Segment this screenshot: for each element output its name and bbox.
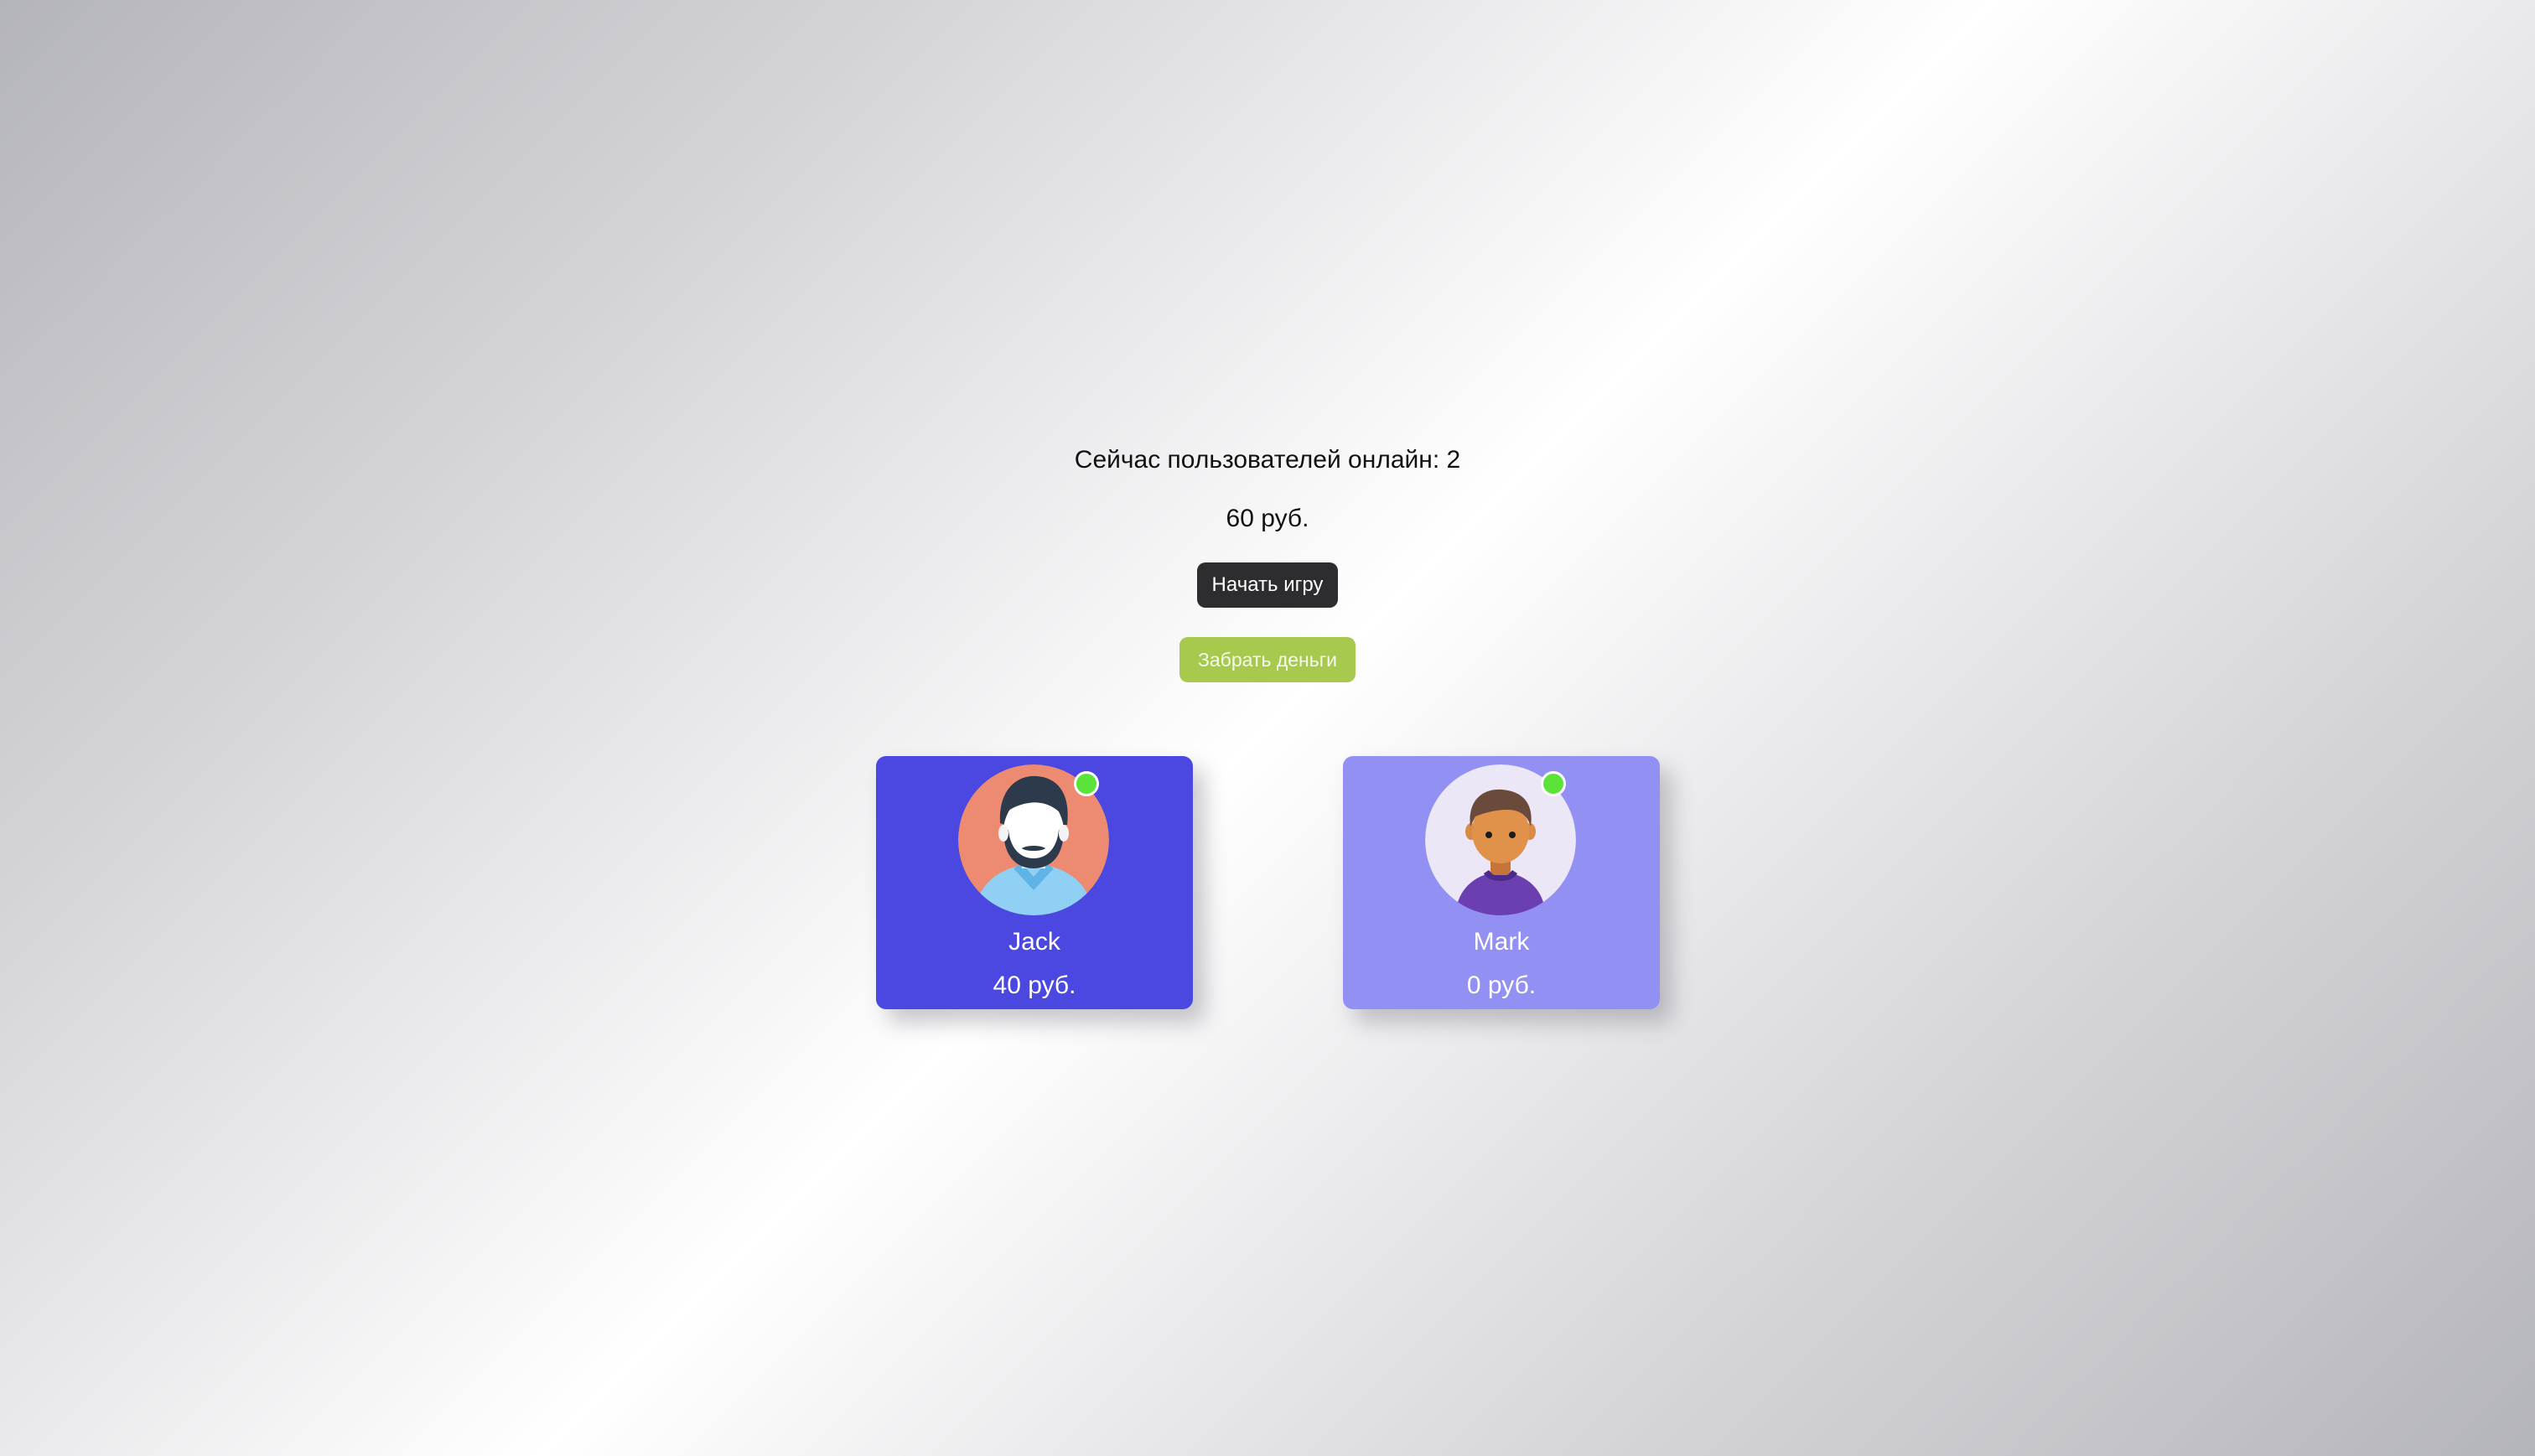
player-name: Jack — [1008, 928, 1060, 956]
online-status-dot — [1074, 771, 1099, 796]
page: Сейчас пользователей онлайн: 2 60 руб. Н… — [0, 0, 2535, 1456]
player-amount: 0 руб. — [1466, 972, 1537, 999]
take-money-button[interactable]: Забрать деньги — [1179, 637, 1356, 682]
online-status-dot — [1541, 771, 1566, 796]
player-amount: 40 руб. — [993, 972, 1076, 999]
player-card-mark[interactable]: Mark 0 руб. — [1343, 756, 1660, 1009]
bank-total: 60 руб. — [1226, 505, 1309, 532]
player-card-jack[interactable]: Jack 40 руб. — [876, 756, 1193, 1009]
player-name: Mark — [1473, 928, 1530, 956]
start-game-button[interactable]: Начать игру — [1197, 562, 1338, 608]
online-users-count: Сейчас пользователей онлайн: 2 — [1074, 446, 1461, 474]
